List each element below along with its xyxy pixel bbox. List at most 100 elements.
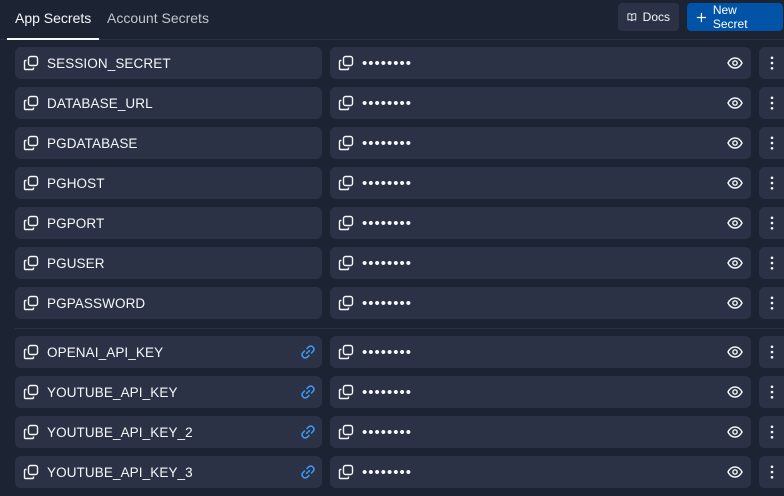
copy-icon[interactable] (23, 384, 39, 400)
kebab-menu-icon (770, 425, 774, 439)
secret-key-label: DATABASE_URL (47, 95, 153, 111)
copy-icon[interactable] (23, 295, 39, 311)
secret-value-field[interactable]: •••••••• (330, 167, 751, 199)
more-options-button[interactable] (759, 247, 784, 279)
secret-value-mask: •••••••• (362, 343, 413, 361)
secret-value-field[interactable]: •••••••• (330, 456, 751, 488)
copy-icon[interactable] (23, 55, 39, 71)
more-options-button[interactable] (759, 47, 784, 79)
copy-icon[interactable] (338, 384, 354, 400)
copy-icon[interactable] (338, 175, 354, 191)
eye-icon[interactable] (727, 135, 743, 151)
secret-value-mask: •••••••• (362, 174, 413, 192)
secret-value-mask: •••••••• (362, 54, 413, 72)
secret-key-field[interactable]: PGPORT (15, 207, 322, 239)
secret-key-field[interactable]: DATABASE_URL (15, 87, 322, 119)
copy-icon[interactable] (23, 344, 39, 360)
eye-icon[interactable] (727, 255, 743, 271)
copy-icon[interactable] (23, 95, 39, 111)
tab-app-secrets[interactable]: App Secrets (6, 0, 100, 40)
new-secret-button[interactable]: New Secret (687, 3, 783, 31)
more-options-button[interactable] (759, 167, 784, 199)
copy-icon[interactable] (338, 55, 354, 71)
copy-icon[interactable] (338, 464, 354, 480)
copy-icon[interactable] (23, 255, 39, 271)
secret-row: PGPORT •••••••• (0, 207, 784, 239)
secret-row: DATABASE_URL •••••••• (0, 87, 784, 119)
secret-key-field[interactable]: PGHOST (15, 167, 322, 199)
more-options-button[interactable] (759, 207, 784, 239)
secret-key-field[interactable]: SESSION_SECRET (15, 47, 322, 79)
kebab-menu-icon (770, 176, 774, 190)
kebab-menu-icon (770, 345, 774, 359)
kebab-menu-icon (770, 216, 774, 230)
secret-key-field[interactable]: PGUSER (15, 247, 322, 279)
more-options-button[interactable] (759, 336, 784, 368)
eye-icon[interactable] (727, 55, 743, 71)
docs-button-label: Docs (642, 10, 670, 24)
secret-row: PGPASSWORD •••••••• (0, 287, 784, 319)
secret-value-field[interactable]: •••••••• (330, 376, 751, 408)
copy-icon[interactable] (23, 215, 39, 231)
kebab-menu-icon (770, 96, 774, 110)
copy-icon[interactable] (23, 464, 39, 480)
secret-value-field[interactable]: •••••••• (330, 247, 751, 279)
secret-row: PGHOST •••••••• (0, 167, 784, 199)
more-options-button[interactable] (759, 456, 784, 488)
secret-key-field[interactable]: PGDATABASE (15, 127, 322, 159)
eye-icon[interactable] (727, 424, 743, 440)
secret-value-field[interactable]: •••••••• (330, 336, 751, 368)
secret-value-field[interactable]: •••••••• (330, 87, 751, 119)
copy-icon[interactable] (338, 295, 354, 311)
more-options-button[interactable] (759, 87, 784, 119)
secret-key-label: PGDATABASE (47, 135, 138, 151)
secret-row: YOUTUBE_API_KEY_2 •••••••• (0, 416, 784, 448)
secret-row: OPENAI_API_KEY •••••••• (0, 336, 784, 368)
secret-value-mask: •••••••• (362, 463, 413, 481)
link-icon[interactable] (300, 424, 316, 440)
eye-icon[interactable] (727, 384, 743, 400)
secret-key-label: YOUTUBE_API_KEY_3 (47, 464, 193, 480)
secret-value-field[interactable]: •••••••• (330, 416, 751, 448)
kebab-menu-icon (770, 465, 774, 479)
secret-row: PGDATABASE •••••••• (0, 127, 784, 159)
eye-icon[interactable] (727, 344, 743, 360)
secret-key-field[interactable]: PGPASSWORD (15, 287, 322, 319)
copy-icon[interactable] (23, 135, 39, 151)
more-options-button[interactable] (759, 287, 784, 319)
copy-icon[interactable] (338, 344, 354, 360)
copy-icon[interactable] (338, 255, 354, 271)
link-icon[interactable] (300, 344, 316, 360)
eye-icon[interactable] (727, 295, 743, 311)
secret-key-field[interactable]: OPENAI_API_KEY (15, 336, 322, 368)
book-icon (627, 13, 637, 22)
secret-value-field[interactable]: •••••••• (330, 207, 751, 239)
copy-icon[interactable] (338, 95, 354, 111)
copy-icon[interactable] (23, 175, 39, 191)
eye-icon[interactable] (727, 175, 743, 191)
secret-value-mask: •••••••• (362, 134, 413, 152)
docs-button[interactable]: Docs (618, 3, 679, 31)
copy-icon[interactable] (338, 424, 354, 440)
more-options-button[interactable] (759, 416, 784, 448)
secret-value-field[interactable]: •••••••• (330, 127, 751, 159)
secret-key-field[interactable]: YOUTUBE_API_KEY_3 (15, 456, 322, 488)
tab-account-secrets[interactable]: Account Secrets (107, 0, 209, 38)
eye-icon[interactable] (727, 464, 743, 480)
copy-icon[interactable] (338, 135, 354, 151)
secret-key-field[interactable]: YOUTUBE_API_KEY_2 (15, 416, 322, 448)
copy-icon[interactable] (23, 424, 39, 440)
secret-value-field[interactable]: •••••••• (330, 287, 751, 319)
link-icon[interactable] (300, 384, 316, 400)
secret-value-field[interactable]: •••••••• (330, 47, 751, 79)
more-options-button[interactable] (759, 376, 784, 408)
kebab-menu-icon (770, 385, 774, 399)
more-options-button[interactable] (759, 127, 784, 159)
eye-icon[interactable] (727, 95, 743, 111)
eye-icon[interactable] (727, 215, 743, 231)
link-icon[interactable] (300, 464, 316, 480)
secret-row: SESSION_SECRET •••••••• (0, 47, 784, 79)
secret-value-mask: •••••••• (362, 214, 413, 232)
secret-key-field[interactable]: YOUTUBE_API_KEY (15, 376, 322, 408)
copy-icon[interactable] (338, 215, 354, 231)
